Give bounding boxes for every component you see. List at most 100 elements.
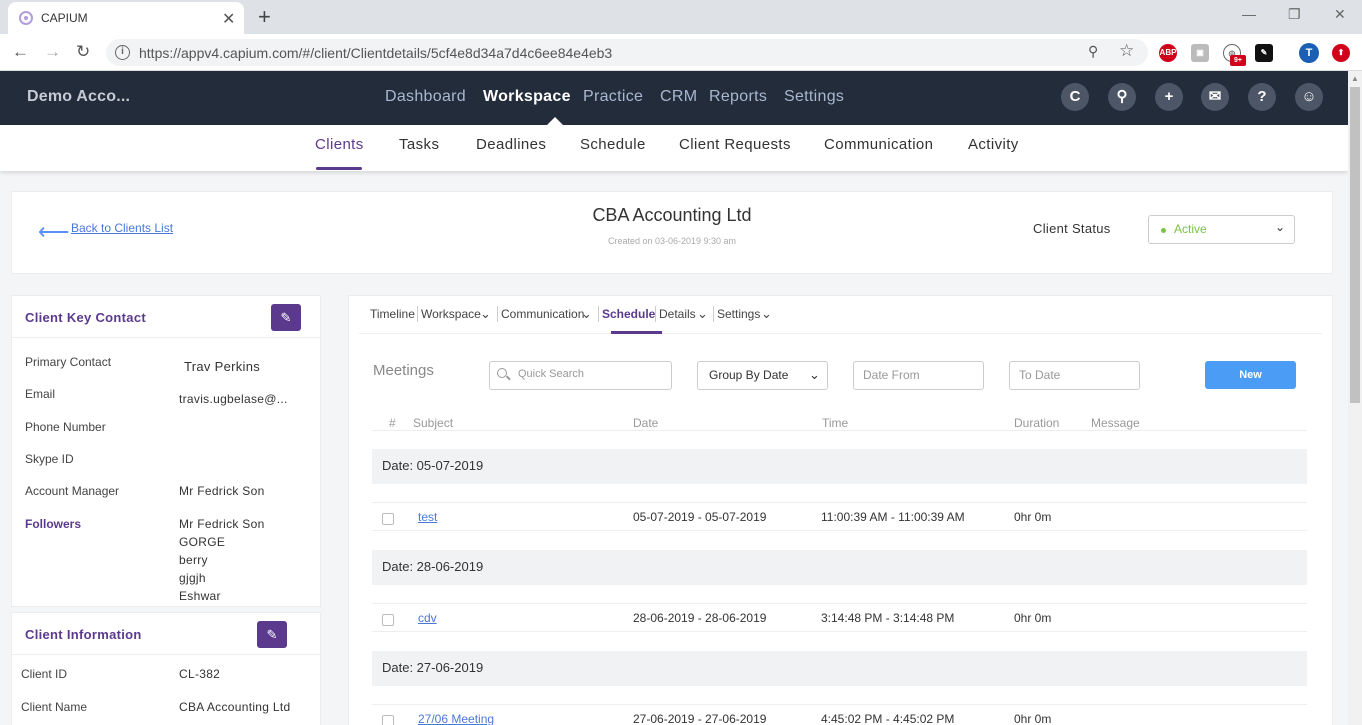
column-header-duration[interactable]: Duration	[1014, 416, 1059, 430]
tab-divider	[713, 306, 714, 322]
tab-schedule[interactable]: Schedule	[602, 307, 655, 321]
meeting-duration: 0hr 0m	[1014, 611, 1052, 625]
chevron-down-icon: ⌄	[1275, 220, 1286, 234]
nav-crm[interactable]: CRM	[660, 88, 697, 106]
follower-item: GORGE	[179, 535, 226, 549]
capium-logo-icon[interactable]: C	[1061, 83, 1089, 111]
nav-reports[interactable]: Reports	[709, 88, 767, 106]
browser-tab[interactable]: CAPIUM ✕	[8, 2, 244, 34]
panel-header: Client Information ✎	[12, 613, 320, 655]
window-close-icon[interactable]: ✕	[1334, 6, 1346, 23]
mail-icon[interactable]: ✉	[1201, 83, 1229, 111]
meeting-subject-link[interactable]: cdv	[418, 611, 437, 625]
new-tab-icon[interactable]: +	[258, 4, 271, 30]
account-manager-label: Account Manager	[25, 484, 120, 498]
forward-icon[interactable]: →	[44, 42, 61, 62]
tab-details[interactable]: Details	[659, 307, 696, 321]
back-icon[interactable]: ←	[12, 42, 29, 62]
subnav-communication[interactable]: Communication	[824, 136, 933, 153]
subnav-tasks[interactable]: Tasks	[399, 136, 439, 153]
chevron-down-icon[interactable]: ⌄	[761, 306, 772, 322]
zoom-icon[interactable]: ⚲	[1088, 43, 1098, 60]
minimize-icon[interactable]: —	[1242, 6, 1256, 22]
tab-close-icon[interactable]: ✕	[222, 9, 235, 29]
search-icon[interactable]: ⚲	[1108, 83, 1136, 111]
address-bar[interactable]: i https://appv4.capium.com/#/client/Clie…	[106, 39, 1148, 66]
panel-header: Client Key Contact ✎	[12, 296, 320, 338]
to-date-input[interactable]: To Date	[1009, 361, 1140, 390]
reload-icon[interactable]: ↻	[76, 42, 90, 62]
bookmark-star-icon[interactable]: ☆	[1119, 41, 1134, 61]
column-header-message[interactable]: Message	[1091, 416, 1140, 430]
nav-workspace[interactable]: Workspace	[483, 88, 571, 106]
skype-id-label: Skype ID	[25, 452, 74, 466]
tab-communication[interactable]: Communication	[501, 307, 584, 321]
follower-item: Eshwar	[179, 589, 221, 603]
row-checkbox[interactable]	[382, 513, 394, 525]
column-header-time[interactable]: Time	[822, 416, 848, 430]
tab-divider	[655, 306, 656, 322]
column-header-date[interactable]: Date	[633, 416, 658, 430]
primary-contact-value: Trav Perkins	[184, 359, 261, 374]
subnav-activity[interactable]: Activity	[968, 136, 1019, 153]
nav-dashboard[interactable]: Dashboard	[385, 88, 466, 106]
row-checkbox[interactable]	[382, 614, 394, 626]
group-by-select[interactable]: Group By Date ⌄	[697, 361, 828, 390]
profile-avatar-icon[interactable]: T	[1299, 43, 1319, 63]
browser-tab-strip: CAPIUM ✕ + — ❐ ✕	[0, 0, 1362, 34]
subnav-client-requests[interactable]: Client Requests	[679, 136, 791, 153]
status-dot-icon	[1161, 228, 1166, 233]
scrollbar-thumb[interactable]	[1350, 87, 1360, 403]
quick-search-placeholder: Quick Search	[518, 368, 585, 380]
adblock-extension-icon[interactable]: ABP	[1159, 44, 1177, 62]
chevron-down-icon[interactable]: ⌄	[697, 306, 708, 322]
edit-client-info-button[interactable]: ✎	[257, 621, 287, 648]
user-icon[interactable]: ☺	[1295, 83, 1323, 111]
client-name-title: CBA Accounting Ltd	[592, 205, 752, 225]
subnav-deadlines[interactable]: Deadlines	[476, 136, 546, 153]
upload-extension-icon[interactable]: ⬆	[1332, 44, 1350, 62]
table-row: 27/06 Meeting 27-06-2019 - 27-06-2019 4:…	[372, 704, 1307, 725]
row-checkbox[interactable]	[382, 715, 394, 725]
scroll-up-icon[interactable]: ▲	[1351, 74, 1359, 83]
meeting-subject-link[interactable]: 27/06 Meeting	[418, 712, 494, 725]
meeting-date: 05-07-2019 - 05-07-2019	[633, 510, 767, 524]
add-icon[interactable]: +	[1155, 83, 1183, 111]
tab-timeline[interactable]: Timeline	[370, 307, 415, 321]
column-header-subject[interactable]: Subject	[413, 416, 453, 430]
chevron-down-icon[interactable]: ⌄	[480, 306, 491, 322]
organization-name[interactable]: Demo Acco...	[27, 88, 130, 106]
meeting-date: 27-06-2019 - 27-06-2019	[633, 712, 767, 725]
site-info-icon[interactable]: i	[115, 45, 130, 60]
subnav-clients[interactable]: Clients	[315, 136, 364, 153]
meeting-time: 3:14:48 PM - 3:14:48 PM	[821, 611, 955, 625]
quick-search-input[interactable]: Quick Search	[489, 361, 672, 390]
follower-item: Mr Fedrick Son	[179, 517, 265, 531]
browser-toolbar: ← → ↻ i https://appv4.capium.com/#/clien…	[0, 34, 1362, 71]
client-header-card: ⟵ Back to Clients List CBA Accounting Lt…	[11, 191, 1333, 274]
help-icon[interactable]: ?	[1248, 83, 1276, 111]
tab-settings[interactable]: Settings	[717, 307, 760, 321]
date-from-input[interactable]: Date From	[853, 361, 984, 390]
nav-settings[interactable]: Settings	[784, 88, 844, 106]
meeting-subject-link[interactable]: test	[418, 510, 437, 524]
subnav-schedule[interactable]: Schedule	[580, 136, 646, 153]
client-information-panel: Client Information ✎ Client ID CL-382 Cl…	[11, 612, 321, 725]
page-scrollbar[interactable]: ▲	[1348, 71, 1362, 725]
tab-divider	[598, 306, 599, 322]
date-group-header: Date: 05-07-2019	[372, 449, 1307, 484]
tab-workspace[interactable]: Workspace	[421, 307, 481, 321]
edit-contact-button[interactable]: ✎	[271, 304, 301, 331]
new-meeting-button[interactable]: New	[1205, 361, 1296, 389]
nav-practice[interactable]: Practice	[583, 88, 643, 106]
chevron-down-icon[interactable]: ⌄	[581, 306, 592, 322]
table-row: test 05-07-2019 - 05-07-2019 11:00:39 AM…	[372, 502, 1307, 531]
panel-title: Client Key Contact	[25, 310, 146, 325]
client-status-select[interactable]: Active ⌄	[1148, 215, 1295, 244]
client-status-label: Client Status	[1033, 221, 1111, 236]
restore-icon[interactable]: ❐	[1288, 6, 1301, 23]
pen-extension-icon[interactable]: ✎	[1255, 44, 1273, 62]
followers-label: Followers	[25, 517, 82, 531]
camera-extension-icon[interactable]: ▣	[1191, 44, 1209, 62]
tab-active-indicator	[611, 331, 662, 334]
